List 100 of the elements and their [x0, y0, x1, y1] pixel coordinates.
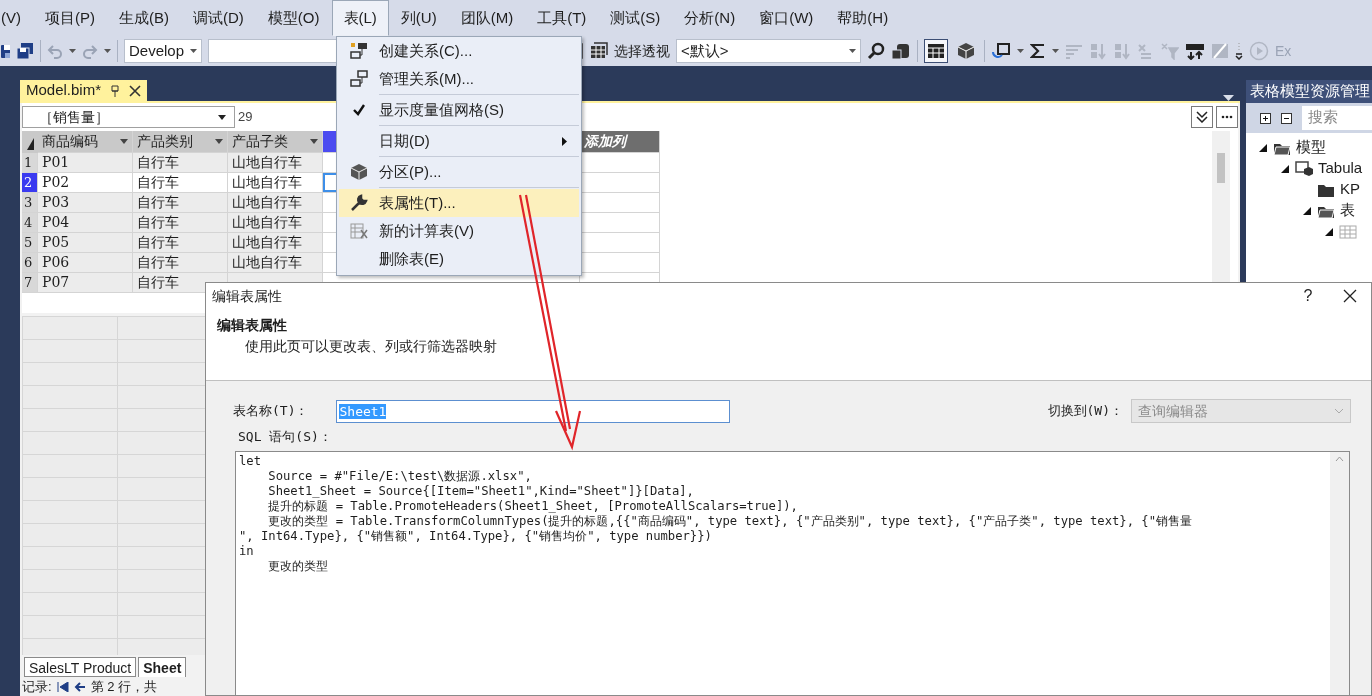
refresh-icon[interactable] — [991, 42, 1011, 60]
menu-item[interactable]: 帮助(H) — [825, 0, 901, 36]
column-header[interactable]: 商品编码 — [38, 131, 133, 153]
menu-item[interactable]: 调试(D) — [181, 0, 256, 36]
configuration-dropdown[interactable]: Develop — [124, 39, 202, 63]
menu-item[interactable]: 生成(B) — [107, 0, 181, 36]
caret-icon — [190, 49, 197, 53]
expander-icon[interactable] — [1258, 142, 1268, 153]
table-cell: 自行车 — [133, 193, 228, 213]
caret-icon — [849, 49, 856, 53]
menu-item[interactable]: 新的计算表(V) — [339, 217, 579, 245]
table-cell: 山地自行车 — [228, 153, 323, 173]
database-icon[interactable] — [891, 42, 911, 60]
add-column-header[interactable]: 添加列 — [580, 131, 660, 153]
row-number[interactable]: 6 — [22, 253, 38, 273]
measure-dropdown[interactable]: ［销售量］ — [22, 106, 235, 128]
chevron-icon — [1196, 111, 1208, 123]
pin-icon[interactable] — [109, 84, 122, 97]
menu-item[interactable]: 分区(P)... — [339, 158, 579, 186]
tree-item[interactable]: 模型 — [1296, 136, 1326, 159]
menu-item[interactable]: 团队(M) — [448, 0, 526, 36]
menu-item[interactable]: 窗口(W) — [747, 0, 826, 36]
menu-item[interactable]: 表属性(T)... — [339, 189, 579, 217]
row-number[interactable]: 3 — [22, 193, 38, 213]
select-all-icon[interactable] — [22, 131, 38, 153]
play-icon — [1249, 41, 1269, 61]
menu-item[interactable]: 列(U) — [388, 0, 449, 36]
perspective-dropdown[interactable]: <默认> — [676, 39, 861, 63]
table-cell: 山地自行车 — [228, 253, 323, 273]
table-icon[interactable] — [590, 42, 608, 60]
row-number[interactable]: 7 — [22, 273, 38, 293]
expand-all-icon[interactable] — [1260, 112, 1271, 124]
sort-descending-icon — [1113, 42, 1131, 60]
tree-item[interactable]: 表 — [1340, 199, 1355, 222]
row-number[interactable]: 5 — [22, 233, 38, 253]
column-header[interactable]: 产品子类 — [228, 131, 323, 153]
column-icon[interactable] — [1185, 42, 1205, 60]
row-number[interactable]: 2 — [22, 173, 38, 193]
first-record-icon[interactable] — [56, 681, 69, 692]
filter-caret-icon[interactable] — [120, 139, 128, 144]
overflow-icon[interactable] — [1235, 42, 1243, 60]
field-label: 表名称(T)： — [233, 402, 309, 421]
menu-item[interactable]: 显示度量值网格(S) — [339, 96, 579, 124]
expander-icon[interactable] — [1324, 226, 1334, 237]
expander-icon[interactable] — [1302, 205, 1312, 216]
sheet-tab[interactable]: SalesLT Product — [24, 657, 137, 677]
panel-title: 表格模型资源管理 — [1246, 80, 1372, 103]
previous-record-icon[interactable] — [73, 681, 86, 692]
column-header[interactable]: 产品类别 — [133, 131, 228, 153]
row-number[interactable]: 4 — [22, 213, 38, 233]
menu-item[interactable]: 删除表(E) — [339, 245, 579, 273]
save-all-icon[interactable] — [16, 42, 34, 60]
more-button[interactable] — [1216, 106, 1238, 128]
tree-item[interactable]: Tabula — [1318, 157, 1363, 180]
menu-item[interactable]: 测试(S) — [598, 0, 673, 36]
search-icon[interactable] — [867, 42, 885, 60]
menu-item[interactable]: 分析(N) — [672, 0, 748, 36]
caret-icon[interactable] — [1017, 49, 1024, 53]
document-tab[interactable]: Model.bim* — [20, 80, 148, 101]
collapse-all-icon[interactable] — [1281, 112, 1292, 124]
menu-item[interactable]: 创建关系(C)... — [339, 37, 579, 65]
table-cell: 自行车 — [133, 173, 228, 193]
menu-item[interactable]: 日期(D) — [339, 127, 579, 155]
menu-item[interactable]: 项目(P) — [33, 0, 107, 36]
filter-caret-icon[interactable] — [215, 139, 223, 144]
sheet-tab[interactable]: Sheet — [138, 657, 187, 677]
caret-icon[interactable] — [69, 49, 76, 53]
menu-item[interactable]: 模型(O) — [255, 0, 332, 36]
formula-value: 29 — [238, 108, 253, 127]
search-field[interactable]: 搜索 — [1302, 106, 1372, 130]
caret-icon[interactable] — [104, 49, 111, 53]
sigma-icon[interactable] — [1030, 42, 1046, 60]
menu-item[interactable]: 表(L) — [331, 0, 389, 36]
record-position: 第 2 行，共 — [90, 677, 158, 696]
table-cell: 山地自行车 — [228, 193, 323, 213]
field-label: SQL 语句(S)： — [237, 428, 333, 446]
caret-icon[interactable] — [1052, 49, 1059, 53]
cube-icon — [957, 42, 975, 60]
table-icon — [1339, 222, 1357, 241]
expander-icon[interactable] — [1280, 163, 1290, 174]
filter-caret-icon[interactable] — [310, 139, 318, 144]
tree-item[interactable]: KP — [1340, 178, 1360, 201]
expand-button[interactable] — [1191, 106, 1213, 128]
dialog-heading: 编辑表属性 — [217, 316, 288, 335]
table-cell: 山地自行车 — [228, 173, 323, 193]
menu-item[interactable]: 工具(T) — [525, 0, 599, 36]
table-cell: P01 — [38, 153, 133, 173]
menu-item[interactable]: (V) — [0, 0, 33, 36]
close-icon[interactable] — [129, 84, 142, 97]
save-icon[interactable] — [0, 43, 10, 59]
menu-item[interactable]: 管理关系(M)... — [339, 65, 579, 93]
grid-view-button[interactable] — [924, 39, 948, 63]
help-button[interactable]: ? — [1287, 284, 1329, 308]
ellipsis-icon — [1221, 115, 1233, 119]
table-cell: 自行车 — [133, 233, 228, 253]
row-number[interactable]: 1 — [22, 153, 38, 173]
chevron-icon — [1334, 408, 1344, 414]
hidden-column-icon — [1211, 42, 1229, 60]
sql-editor[interactable]: let Source = #"File/E:\test\数据源.xlsx", Sheet1_Sheet = Source{[Item="Sheet1",Kind="Sheet"]}[Data], 提升的标题 = Table.PromoteHeaders(Sheet1_Sheet, [PromoteAllScalars=true]), 更改的类型 = Table.TransformColumnTypes(提升的标题,{{"商品编码", type text}, {"产品类别", type text}, {"产品子类", type text}, {"销售量 ", Int64.Type}, {"销售额", Int64.Type}, {"销售均价", type number}}) in 更改的类型 — [235, 450, 1350, 695]
table-cell: P06 — [38, 253, 133, 273]
